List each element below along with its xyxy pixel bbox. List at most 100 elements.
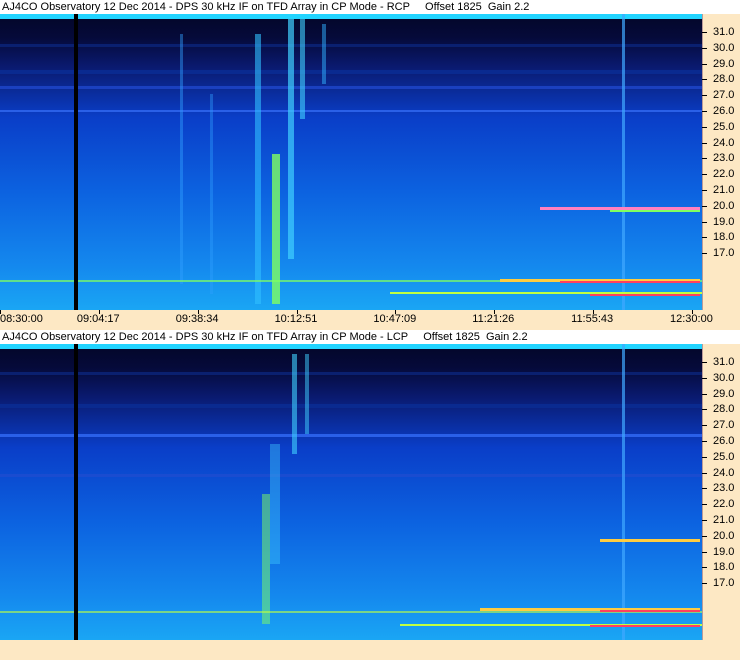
lcp-y-tick bbox=[702, 377, 707, 379]
lcp-y-tick bbox=[702, 488, 707, 490]
rcp-y-tick bbox=[702, 221, 707, 223]
lcp-top-stripe bbox=[0, 344, 702, 349]
lcp-spectrogram[interactable] bbox=[0, 344, 702, 640]
rcp-y-label: 31.0 bbox=[713, 26, 735, 38]
lcp-y-tick bbox=[702, 441, 707, 442]
lcp-burst bbox=[292, 354, 297, 454]
lcp-data-gap bbox=[74, 344, 78, 640]
rcp-y-tick bbox=[702, 237, 707, 239]
rcp-x-label: 08:30:00 bbox=[0, 313, 43, 325]
lcp-y-label: 20.0 bbox=[713, 529, 735, 542]
lcp-y-label: 31.0 bbox=[713, 356, 735, 368]
rcp-y-label: 23.0 bbox=[713, 152, 735, 165]
lcp-band bbox=[0, 404, 702, 408]
lcp-burst bbox=[270, 444, 280, 564]
rcp-emission bbox=[540, 207, 700, 210]
lcp-y-tick bbox=[702, 393, 707, 395]
rcp-y-tick bbox=[702, 32, 707, 33]
lcp-y-label: 28.0 bbox=[713, 403, 735, 416]
rcp-y-label: 25.0 bbox=[713, 120, 735, 133]
rcp-y-label: 26.0 bbox=[713, 105, 735, 117]
rcp-burst bbox=[300, 19, 305, 119]
lcp-y-tick bbox=[702, 456, 707, 458]
lcp-y-label: 27.0 bbox=[713, 419, 735, 432]
rcp-background bbox=[0, 14, 702, 310]
lcp-y-tick bbox=[702, 567, 707, 569]
rcp-y-tick bbox=[702, 79, 707, 81]
rcp-x-label: 09:04:17 bbox=[76, 313, 120, 325]
lcp-panel-title: AJ4CO Observatory 12 Dec 2014 - DPS 30 k… bbox=[0, 330, 740, 344]
rcp-x-axis: 08:30:00 09:04:17 09:38:34 10:12:51 10:47:09… bbox=[0, 310, 740, 330]
rcp-y-tick bbox=[702, 47, 707, 49]
rcp-y-tick bbox=[702, 158, 707, 160]
rcp-panel-title: AJ4CO Observatory 12 Dec 2014 - DPS 30 k… bbox=[0, 0, 740, 14]
lcp-emission bbox=[600, 539, 700, 542]
lcp-y-label: 22.0 bbox=[713, 498, 735, 511]
rcp-y-label: 22.0 bbox=[713, 168, 735, 181]
lcp-y-label: 23.0 bbox=[713, 482, 735, 495]
lcp-y-label: 26.0 bbox=[713, 435, 735, 447]
rcp-y-label: 27.0 bbox=[713, 89, 735, 102]
lcp-y-tick bbox=[702, 504, 707, 506]
rcp-x-label: 11:21:26 bbox=[472, 313, 515, 325]
lcp-y-tick bbox=[702, 551, 707, 553]
lcp-y-label: 24.0 bbox=[713, 466, 735, 479]
lcp-y-axis: 31.0 30.0 29.0 28.0 27.0 26.0 25.0 24.0 23.0 22.0… bbox=[702, 344, 740, 640]
rcp-emission bbox=[590, 294, 700, 296]
rcp-burst bbox=[180, 34, 183, 284]
lcp-y-tick bbox=[702, 535, 707, 537]
rcp-band bbox=[0, 110, 702, 112]
rcp-y-tick bbox=[702, 63, 707, 65]
lcp-emission bbox=[600, 610, 700, 612]
rcp-y-axis: 31.0 30.0 29.0 28.0 27.0 26.0 25.0 24.0 23.0 22.0… bbox=[702, 14, 740, 310]
rcp-x-label: 09:38:34 bbox=[175, 313, 219, 325]
lcp-y-tick bbox=[702, 425, 707, 427]
rcp-burst bbox=[322, 24, 326, 84]
lcp-emission bbox=[0, 611, 702, 613]
rcp-emission bbox=[560, 281, 700, 283]
lcp-burst bbox=[305, 354, 309, 434]
rcp-band bbox=[0, 70, 702, 74]
rcp-y-label: 29.0 bbox=[713, 57, 735, 70]
lcp-y-label: 30.0 bbox=[713, 371, 735, 384]
lcp-burst bbox=[262, 494, 270, 624]
rcp-burst bbox=[210, 94, 213, 294]
rcp-y-label: 21.0 bbox=[713, 184, 735, 196]
rcp-y-tick bbox=[702, 205, 707, 207]
lcp-background bbox=[0, 344, 702, 640]
lcp-y-tick bbox=[702, 362, 707, 363]
lcp-emission bbox=[590, 625, 700, 627]
rcp-y-label: 28.0 bbox=[713, 73, 735, 86]
rcp-y-tick bbox=[702, 174, 707, 176]
rcp-y-label: 20.0 bbox=[713, 199, 735, 212]
rcp-spectrogram[interactable] bbox=[0, 14, 702, 310]
lcp-y-tick bbox=[702, 583, 707, 585]
lcp-y-label: 21.0 bbox=[713, 514, 735, 526]
lcp-band bbox=[0, 474, 702, 477]
lcp-y-label: 19.0 bbox=[713, 545, 735, 558]
lcp-x-axis bbox=[0, 640, 740, 660]
lcp-band bbox=[0, 434, 702, 437]
rcp-burst bbox=[288, 19, 294, 259]
rcp-x-label: 11:55:43 bbox=[571, 313, 614, 325]
rcp-y-label: 19.0 bbox=[713, 215, 735, 228]
rcp-x-label: 10:47:09 bbox=[373, 313, 417, 325]
rcp-top-stripe bbox=[0, 14, 702, 19]
lcp-y-label: 25.0 bbox=[713, 450, 735, 463]
lcp-y-label: 17.0 bbox=[713, 577, 735, 590]
lcp-y-label: 29.0 bbox=[713, 387, 735, 400]
rcp-y-label: 18.0 bbox=[713, 231, 735, 244]
lcp-band bbox=[0, 372, 702, 375]
rcp-band bbox=[0, 86, 702, 89]
rcp-y-label: 24.0 bbox=[713, 136, 735, 149]
rcp-burst bbox=[255, 34, 261, 304]
lcp-y-tick bbox=[702, 472, 707, 474]
lcp-vertical-line bbox=[622, 344, 625, 640]
rcp-band bbox=[0, 44, 702, 47]
rcp-emission bbox=[610, 210, 700, 212]
rcp-y-label: 30.0 bbox=[713, 41, 735, 54]
lcp-y-tick bbox=[702, 520, 707, 521]
rcp-x-label: 10:12:51 bbox=[274, 313, 318, 325]
rcp-x-label: 12:30:00 bbox=[670, 313, 713, 325]
rcp-y-tick bbox=[702, 126, 707, 128]
